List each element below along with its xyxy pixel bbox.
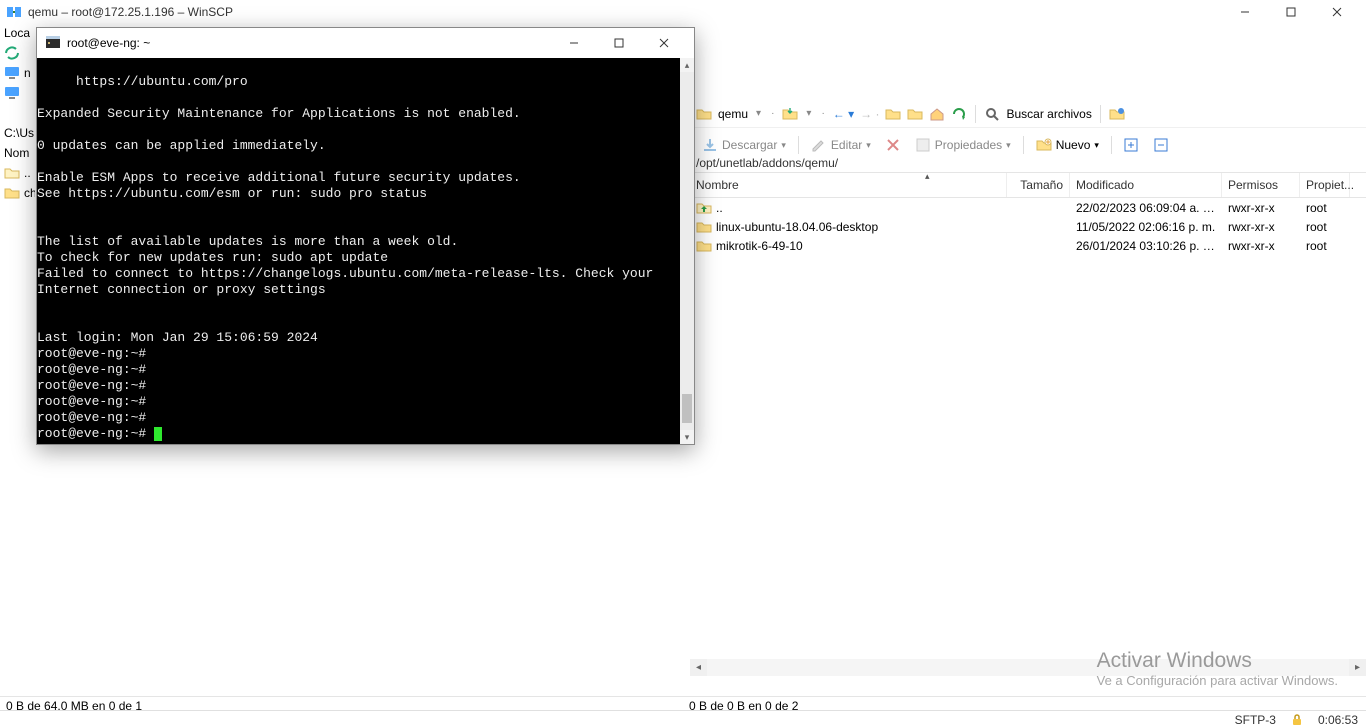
monitor-icon [4, 85, 20, 101]
terminal-scrollbar[interactable]: ▴ ▾ [680, 58, 694, 444]
sync-icon[interactable] [4, 45, 20, 61]
file-row[interactable]: ..22/02/2023 06:09:04 a. m.rwxr-xr-xroot [690, 198, 1366, 217]
folder-nav-icon[interactable] [782, 106, 798, 122]
lock-icon [1290, 713, 1304, 727]
remote-file-list: Nombre ▴ Tamaño Modificado Permisos Prop… [690, 173, 1366, 693]
folder-tree-icon[interactable] [907, 106, 923, 122]
scroll-left-icon[interactable]: ◂ [690, 659, 707, 676]
session-time: 0:06:53 [1318, 713, 1358, 727]
local-drive[interactable]: n [0, 63, 35, 83]
new-button[interactable]: Nuevo▾ [1030, 135, 1105, 155]
remote-path[interactable]: /opt/unetlab/addons/qemu/ [690, 154, 1366, 173]
scroll-right-icon[interactable]: ▸ [1349, 659, 1366, 676]
scrollbar-thumb[interactable] [682, 394, 692, 423]
scroll-down-icon[interactable]: ▾ [680, 430, 694, 444]
local-row-1[interactable]: ch [0, 183, 35, 203]
download-icon [702, 137, 718, 153]
remote-top: qemu ▾ · ▾ · ← ▾ → · Buscar archivos Des… [690, 100, 1366, 162]
folder-icon [696, 106, 712, 122]
sort-asc-icon: ▴ [925, 171, 930, 182]
maximize-button[interactable] [1268, 0, 1314, 23]
col-owner[interactable]: Propiet... [1300, 173, 1350, 197]
local-up-row[interactable]: .. [0, 163, 35, 183]
dropdown-icon[interactable]: ▾ [756, 108, 761, 119]
terminal-window: root@eve-ng: ~ https://ubuntu.com/pro Ex… [36, 27, 695, 445]
protocol-label: SFTP-3 [1235, 713, 1276, 727]
main-title-text: qemu – root@172.25.1.196 – WinSCP [28, 5, 1222, 19]
properties-icon [915, 137, 931, 153]
forward-button[interactable]: → · [860, 107, 879, 121]
parent-folder-icon [696, 200, 712, 216]
local-panel-strip: Loca n C:\Us Nom .. ch [0, 23, 35, 693]
folder-up-icon[interactable] [885, 106, 901, 122]
col-name[interactable]: Nombre [690, 173, 1007, 197]
new-folder-icon [1036, 137, 1052, 153]
putty-icon [45, 35, 61, 51]
scroll-up-icon[interactable]: ▴ [680, 58, 694, 72]
edit-icon [811, 137, 827, 153]
local-tab[interactable]: Loca [0, 23, 35, 43]
refresh-icon[interactable] [951, 106, 967, 122]
back-button[interactable]: ← ▾ [833, 107, 854, 121]
edit-button[interactable]: Editar▾ [805, 135, 877, 155]
bookmark-icon[interactable] [1109, 106, 1125, 122]
horizontal-scrollbar[interactable]: ◂ ▸ [690, 659, 1366, 676]
toolbar-row [0, 43, 35, 63]
remote-breadcrumb-row: qemu ▾ · ▾ · ← ▾ → · Buscar archivos [690, 100, 1366, 127]
parent-folder-icon [4, 165, 20, 181]
local-path: C:\Us [0, 123, 35, 143]
home-icon[interactable] [929, 106, 945, 122]
terminal-close-button[interactable] [641, 28, 686, 58]
download-button[interactable]: Descargar▾ [696, 135, 792, 155]
file-row[interactable]: linux-ubuntu-18.04.06-desktop11/05/2022 … [690, 217, 1366, 236]
local-header[interactable]: Nom [0, 143, 35, 163]
terminal-minimize-button[interactable] [551, 28, 596, 58]
minus-button[interactable] [1148, 136, 1174, 154]
terminal-title-text: root@eve-ng: ~ [67, 36, 551, 50]
main-titlebar: qemu – root@172.25.1.196 – WinSCP [0, 0, 1366, 23]
terminal-content[interactable]: https://ubuntu.com/pro Expanded Security… [37, 58, 680, 444]
remote-folder-name[interactable]: qemu [718, 107, 748, 121]
folder-icon [696, 219, 712, 235]
monitor-icon [4, 65, 20, 81]
close-button[interactable] [1314, 0, 1360, 23]
folder-icon [4, 185, 20, 201]
footer-statusbar: SFTP-3 0:06:53 [0, 710, 1366, 728]
properties-button[interactable]: Propiedades▾ [909, 135, 1017, 155]
file-list-header[interactable]: Nombre ▴ Tamaño Modificado Permisos Prop… [690, 173, 1366, 198]
terminal-maximize-button[interactable] [596, 28, 641, 58]
search-icon[interactable] [984, 106, 1000, 122]
minimize-button[interactable] [1222, 0, 1268, 23]
delete-button[interactable] [881, 137, 905, 153]
delete-icon [887, 139, 899, 151]
local-drive2[interactable] [0, 83, 35, 103]
plus-button[interactable] [1118, 136, 1144, 154]
terminal-titlebar[interactable]: root@eve-ng: ~ [37, 28, 694, 58]
file-row[interactable]: mikrotik-6-49-1026/01/2024 03:10:26 p. m… [690, 236, 1366, 255]
col-perms[interactable]: Permisos [1222, 173, 1300, 197]
folder-icon [696, 238, 712, 254]
dropdown-icon[interactable]: ▾ [806, 108, 811, 119]
col-modified[interactable]: Modificado [1070, 173, 1222, 197]
col-size[interactable]: Tamaño [1007, 173, 1070, 197]
search-files-button[interactable]: Buscar archivos [1006, 107, 1091, 121]
winscp-icon [6, 4, 22, 20]
